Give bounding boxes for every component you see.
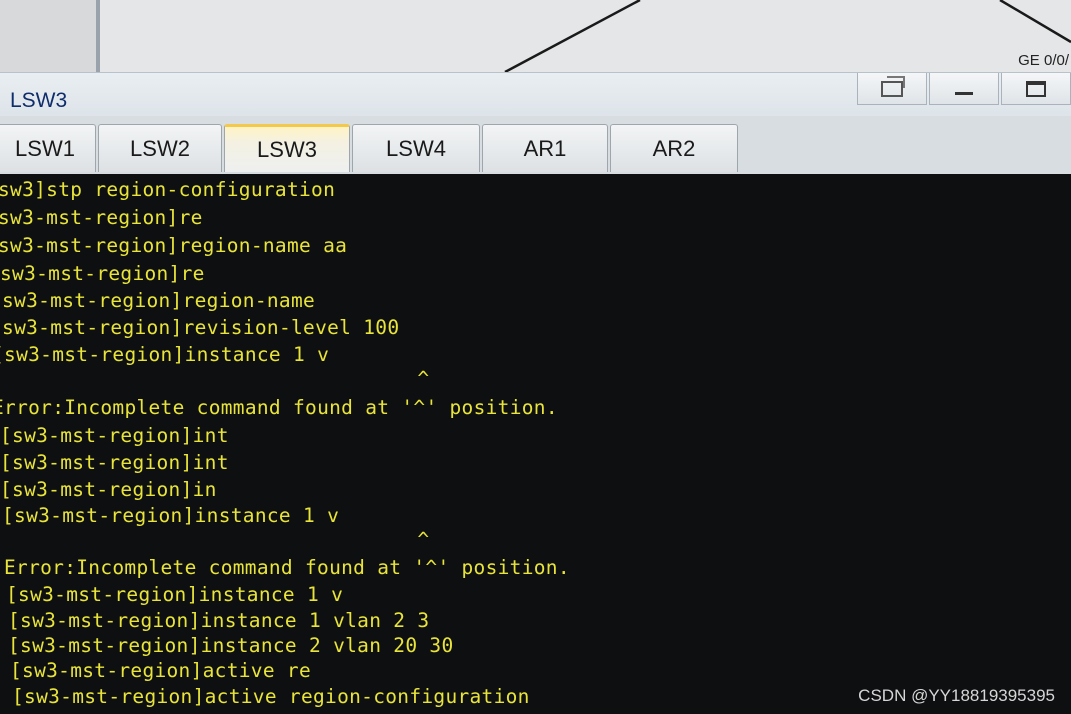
csdn-watermark: CSDN @YY18819395395: [858, 686, 1055, 705]
terminal-line: [sw3-mst-region]int: [0, 451, 229, 474]
maximize-icon: [1026, 80, 1046, 97]
tab-lsw1[interactable]: LSW1: [0, 124, 96, 172]
console-terminal[interactable]: sw3]stp region-configuration sw3-mst-reg…: [0, 174, 1071, 714]
terminal-line: [sw3-mst-region]instance 1 vlan 2 3: [8, 609, 430, 632]
terminal-caret-line: ^: [0, 367, 430, 390]
terminal-line: [sw3-mst-region]in: [0, 478, 217, 501]
maximize-button[interactable]: [1001, 73, 1071, 105]
terminal-line: sw3]stp region-configuration: [0, 178, 336, 201]
terminal-line: [sw3-mst-region]instance 2 vlan 20 30: [8, 634, 454, 657]
tab-label: LSW4: [386, 135, 446, 161]
terminal-line: [sw3-mst-region]revision-level 100: [0, 316, 400, 339]
topology-link: [999, 0, 1071, 44]
window-titlebar[interactable]: LSW3: [0, 72, 1071, 121]
terminal-caret-line: ^: [8, 528, 430, 551]
terminal-line: sw3-mst-region]re: [0, 206, 203, 229]
restore-button[interactable]: [857, 73, 927, 105]
port-label: GE 0/0/: [1018, 52, 1069, 69]
terminal-line: [sw3-mst-region]instance 1 v: [0, 343, 330, 366]
tab-lsw2[interactable]: LSW2: [98, 124, 222, 172]
restore-icon: [881, 75, 905, 97]
device-tab-bar: LSW1 LSW2 LSW3 LSW4 AR1 AR2: [0, 116, 1071, 176]
terminal-line: [sw3-mst-region]instance 1 v: [6, 583, 344, 606]
minimize-button[interactable]: [929, 73, 999, 105]
tab-lsw4[interactable]: LSW4: [352, 124, 480, 172]
terminal-error-line: Error:Incomplete command found at '^' po…: [0, 396, 558, 419]
screenshot-root: GE 0/0/ LSW3 LSW1 LSW2 LSW3 LSW4 AR1 AR2…: [0, 0, 1071, 714]
terminal-line: [sw3-mst-region]instance 1 v: [2, 504, 340, 527]
terminal-line: [sw3-mst-region]active re: [10, 659, 311, 682]
tab-label: LSW1: [15, 135, 75, 161]
topology-link: [504, 0, 641, 74]
tab-ar2[interactable]: AR2: [610, 124, 738, 172]
terminal-line: sw3-mst-region]re: [0, 262, 205, 285]
terminal-line: sw3-mst-region]region-name: [2, 289, 316, 312]
tab-label: LSW3: [257, 136, 317, 162]
minimize-icon: [955, 92, 973, 95]
tab-label: AR1: [523, 135, 567, 161]
tab-label: LSW2: [130, 135, 190, 161]
topology-canvas[interactable]: GE 0/0/: [0, 0, 1071, 80]
window-title: LSW3: [10, 89, 68, 112]
window-controls: [855, 73, 1071, 107]
terminal-line: [sw3-mst-region]int: [0, 424, 229, 447]
terminal-line: sw3-mst-region]region-name aa: [0, 234, 348, 257]
topology-links: [504, 0, 1071, 74]
tab-ar1[interactable]: AR1: [482, 124, 608, 172]
tab-label: AR2: [652, 135, 696, 161]
terminal-line: [sw3-mst-region]active region-configurat…: [12, 685, 530, 708]
tab-lsw3[interactable]: LSW3: [224, 124, 350, 172]
terminal-error-line: Error:Incomplete command found at '^' po…: [4, 556, 570, 579]
